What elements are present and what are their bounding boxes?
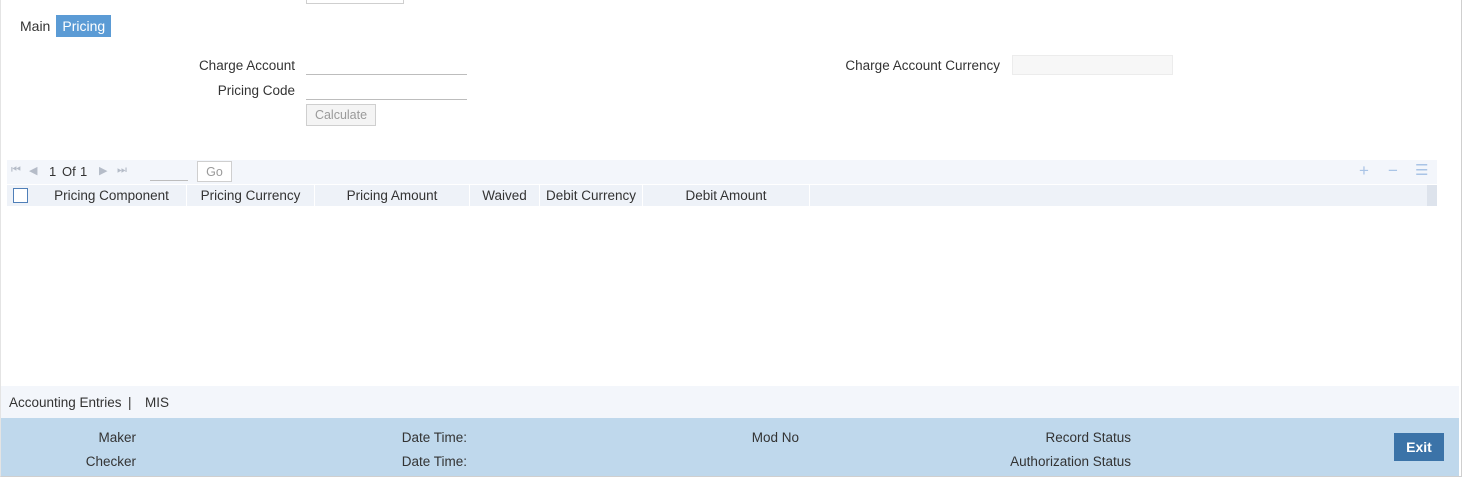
pricing-code-input[interactable] xyxy=(306,81,467,100)
charge-account-currency-field xyxy=(1012,55,1173,75)
grid-scrollbar[interactable] xyxy=(1427,185,1437,206)
col-pricing-amount[interactable]: Pricing Amount xyxy=(315,185,470,206)
col-waived[interactable]: Waived xyxy=(470,185,540,206)
next-page-icon[interactable]: ▶ xyxy=(99,164,107,177)
select-all-checkbox[interactable] xyxy=(13,188,28,203)
maker-label: Maker xyxy=(98,430,136,445)
current-page: 1 xyxy=(49,164,57,179)
tab-bar: Main Pricing xyxy=(14,14,112,38)
audit-footer: Maker Checker Date Time: Date Time: Mod … xyxy=(1,418,1459,476)
col-pricing-currency[interactable]: Pricing Currency xyxy=(187,185,315,206)
checker-date-time-label: Date Time: xyxy=(401,454,467,469)
charge-account-label: Charge Account xyxy=(198,58,295,73)
grid-header: Pricing Component Pricing Currency Prici… xyxy=(7,185,1437,206)
go-button[interactable]: Go xyxy=(197,161,232,182)
exit-button[interactable]: Exit xyxy=(1394,433,1444,461)
mis-link[interactable]: MIS xyxy=(145,395,169,410)
tab-main[interactable]: Main xyxy=(14,15,56,37)
calculate-button[interactable]: Calculate xyxy=(306,104,376,126)
add-row-icon[interactable]: + xyxy=(1359,161,1369,181)
checker-label: Checker xyxy=(85,454,136,469)
authorization-status-label: Authorization Status xyxy=(1010,454,1131,469)
maker-date-time-label: Date Time: xyxy=(401,430,467,445)
mod-no-label: Mod No xyxy=(751,430,799,445)
col-pricing-component[interactable]: Pricing Component xyxy=(37,185,187,206)
of-label: Of xyxy=(62,164,76,179)
charge-account-input[interactable] xyxy=(306,56,467,75)
delete-row-icon[interactable]: − xyxy=(1388,161,1398,181)
page-number-input[interactable] xyxy=(150,162,188,181)
record-status-label: Record Status xyxy=(1045,430,1131,445)
links-bar: Accounting Entries | MIS xyxy=(1,386,1459,418)
first-page-icon[interactable]: ⏮ xyxy=(11,164,21,177)
accounting-entries-link[interactable]: Accounting Entries xyxy=(9,395,122,410)
pricing-code-label: Pricing Code xyxy=(217,83,295,98)
col-debit-amount[interactable]: Debit Amount xyxy=(643,185,810,206)
top-button-stub xyxy=(306,0,404,4)
charge-account-currency-label: Charge Account Currency xyxy=(845,58,1000,73)
single-view-icon[interactable]: ☰ xyxy=(1415,161,1428,181)
tab-pricing[interactable]: Pricing xyxy=(56,15,112,37)
grid-pager: ⏮ ◀ 1 Of 1 ▶ ⏭ Go + − ☰ xyxy=(7,160,1437,184)
last-page-icon[interactable]: ⏭ xyxy=(117,164,127,177)
prev-page-icon[interactable]: ◀ xyxy=(29,164,37,177)
link-separator: | xyxy=(128,395,132,410)
col-debit-currency[interactable]: Debit Currency xyxy=(540,185,643,206)
total-pages: 1 xyxy=(80,164,88,179)
